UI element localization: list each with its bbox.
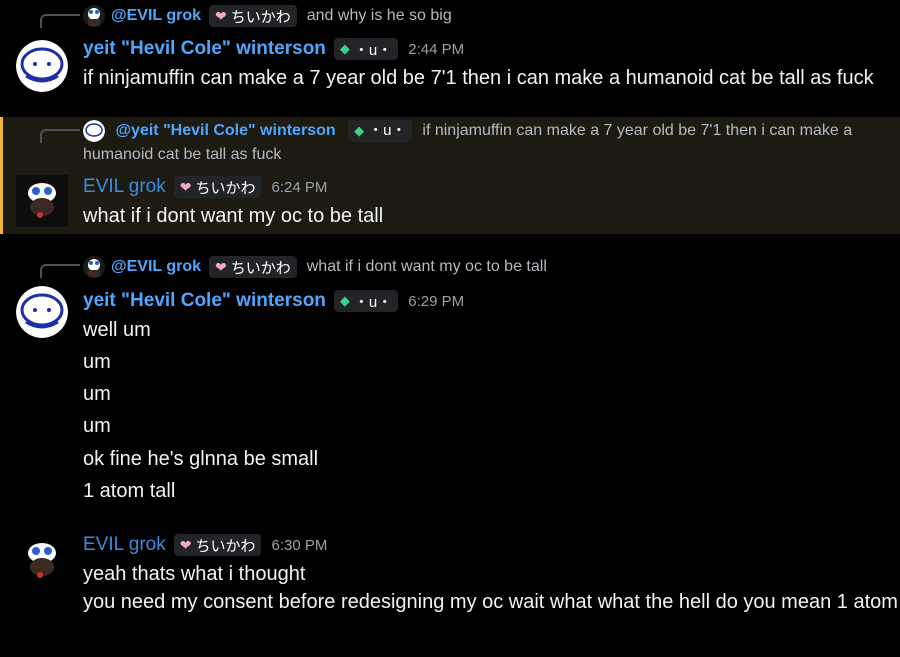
timestamp[interactable]: 2:44 PM — [408, 41, 464, 58]
message-header: yeit "Hevil Cole" winterson ◆ ・u・ 2:44 PM — [83, 35, 464, 63]
reply-preview[interactable]: @yeit "Hevil Cole" winterson ◆ ・u・ if ninj… — [83, 119, 883, 167]
leaf-icon: ◆ — [354, 123, 365, 138]
reply-tag-text: ・u・ — [368, 122, 407, 139]
message-3[interactable]: @EVIL grok ❤ ちいかわ what if i dont want my … — [0, 250, 900, 510]
message-text: um — [83, 351, 111, 373]
username[interactable]: yeit "Hevil Cole" winterson — [83, 290, 326, 312]
user-tag-text: ちいかわ — [195, 179, 256, 197]
avatar[interactable] — [16, 175, 68, 227]
avatar[interactable] — [16, 535, 68, 587]
message-4[interactable]: EVIL grok ❤ ちいかわ 6:30 PM yeah thats what … — [0, 525, 900, 657]
reply-spine — [40, 264, 80, 278]
message-header: EVIL grok ❤ ちいかわ 6:30 PM — [83, 531, 327, 559]
message-2[interactable]: @yeit "Hevil Cole" winterson ◆ ・u・ if ninj… — [0, 117, 900, 234]
timestamp[interactable]: 6:30 PM — [271, 537, 327, 554]
leaf-icon: ◆ — [339, 293, 350, 308]
timestamp[interactable]: 6:24 PM — [271, 179, 327, 196]
reply-excerpt: what if i dont want my oc to be tall — [306, 258, 547, 275]
reply-tag: ◆ ・u・ — [348, 120, 413, 142]
avatar[interactable] — [16, 40, 68, 92]
message-header: yeit "Hevil Cole" winterson ◆ ・u・ 6:29 PM — [83, 287, 464, 315]
message-text: 1 atom tall — [83, 480, 176, 502]
reply-avatar — [83, 5, 105, 27]
reply-tag-text: ちいかわ — [230, 8, 291, 26]
user-tag: ❤ ちいかわ — [173, 176, 262, 198]
reply-spine — [40, 14, 80, 28]
message-text: if ninjamuffin can make a 7 year old be … — [83, 67, 874, 89]
message-1[interactable]: @EVIL grok ❤ ちいかわ and why is he so big ye… — [0, 0, 900, 100]
username[interactable]: EVIL grok — [83, 534, 166, 556]
message-text: what if i dont want my oc to be tall — [83, 205, 384, 227]
reply-preview[interactable]: @EVIL grok ❤ ちいかわ and why is he so big — [83, 5, 452, 27]
message-text: um — [83, 415, 111, 437]
reply-spine — [40, 129, 80, 143]
message-header: EVIL grok ❤ ちいかわ 6:24 PM — [83, 173, 327, 201]
heart-icon: ❤ — [179, 178, 192, 195]
user-tag-text: ・u・ — [353, 41, 393, 59]
avatar[interactable] — [16, 286, 68, 338]
reply-tag-text: ちいかわ — [230, 259, 291, 277]
user-tag-text: ちいかわ — [195, 537, 256, 555]
reply-tag: ❤ ちいかわ — [209, 256, 297, 278]
leaf-icon: ◆ — [339, 41, 350, 56]
user-tag: ◆ ・u・ — [333, 290, 399, 312]
message-text: yeah thats what i thought — [83, 563, 306, 585]
user-tag: ❤ ちいかわ — [173, 534, 262, 556]
message-text: um — [83, 383, 111, 405]
reply-avatar — [83, 119, 105, 142]
message-text: well um — [83, 319, 151, 341]
heart-icon: ❤ — [179, 536, 192, 553]
username[interactable]: EVIL grok — [83, 176, 166, 198]
reply-preview[interactable]: @EVIL grok ❤ ちいかわ what if i dont want my … — [83, 256, 547, 278]
user-tag: ◆ ・u・ — [333, 38, 399, 60]
user-tag-text: ・u・ — [353, 293, 393, 311]
reply-excerpt: and why is he so big — [306, 7, 452, 24]
reply-author[interactable]: @EVIL grok — [111, 258, 201, 276]
timestamp[interactable]: 6:29 PM — [408, 293, 464, 310]
heart-icon: ❤ — [215, 258, 227, 275]
message-text: ok fine he's glnna be small — [83, 448, 319, 470]
reply-avatar — [83, 256, 105, 278]
chat-message-list: @EVIL grok ❤ ちいかわ and why is he so big ye… — [0, 0, 900, 657]
reply-author[interactable]: @yeit "Hevil Cole" winterson — [115, 122, 335, 139]
heart-icon: ❤ — [215, 7, 227, 24]
message-text: you need my consent before redesigning m… — [83, 591, 900, 613]
reply-author[interactable]: @EVIL grok — [111, 7, 201, 25]
username[interactable]: yeit "Hevil Cole" winterson — [83, 38, 326, 60]
reply-tag: ❤ ちいかわ — [209, 5, 297, 27]
